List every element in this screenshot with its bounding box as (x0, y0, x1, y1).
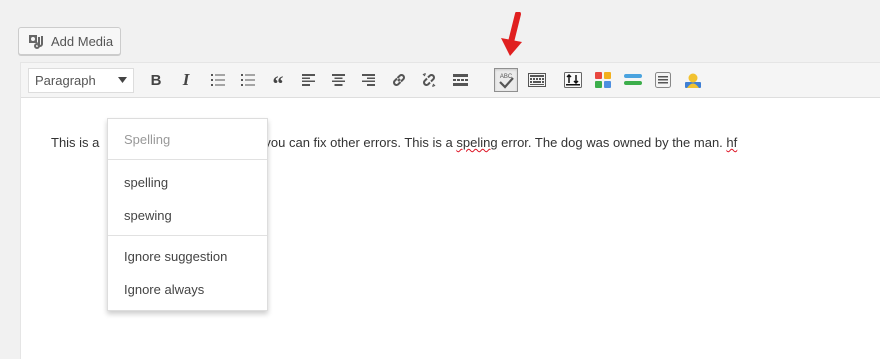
align-left-icon (301, 74, 315, 86)
page-break-button[interactable] (561, 68, 585, 92)
page-break-icon (564, 72, 582, 88)
spellcheck-button[interactable]: ABC (494, 68, 518, 92)
text-block-button[interactable] (651, 68, 675, 92)
align-right-button[interactable] (356, 68, 380, 92)
remove-link-button[interactable] (417, 68, 441, 92)
separator-button[interactable] (621, 68, 645, 92)
keyboard-shortcuts-button[interactable] (525, 68, 549, 92)
format-select-value: Paragraph (35, 73, 96, 88)
italic-button[interactable]: I (174, 68, 198, 92)
annotation-arrow-icon (501, 12, 522, 56)
media-icon (28, 33, 46, 49)
content-text-middle: you can fix other errors. This is a (264, 135, 457, 150)
content-text-start: This is a (51, 135, 100, 150)
align-right-icon (361, 74, 375, 86)
menu-divider (108, 159, 267, 160)
link-icon (393, 74, 405, 86)
chevron-down-icon (118, 77, 127, 83)
menu-divider (108, 235, 267, 236)
quote-icon: “ (272, 71, 284, 96)
align-left-button[interactable] (296, 68, 320, 92)
bulleted-list-icon (211, 74, 225, 86)
misspelled-word[interactable]: speling (456, 135, 497, 150)
spelling-context-menu: Spelling spelling spewing Ignore suggest… (107, 118, 268, 311)
colored-grid-icon (595, 72, 611, 88)
menu-item-suggestion[interactable]: spewing (124, 208, 172, 223)
numbered-list-button[interactable] (236, 68, 260, 92)
content-text-end: error. The dog was owned by the man. (497, 135, 727, 150)
align-center-button[interactable] (326, 68, 350, 92)
read-more-button[interactable] (448, 68, 472, 92)
menu-item-ignore-always[interactable]: Ignore always (124, 282, 204, 297)
misspelled-word[interactable]: hf (726, 135, 737, 150)
align-center-icon (331, 74, 345, 86)
unlink-icon (422, 73, 436, 87)
blockquote-button[interactable]: “ (266, 68, 290, 96)
colored-lines-icon (624, 74, 642, 85)
user-icon (685, 73, 701, 88)
editor-toolbar: Paragraph B I “ ABC (21, 63, 880, 98)
add-media-label: Add Media (51, 33, 114, 49)
menu-item-suggestion[interactable]: spelling (124, 175, 168, 190)
format-select[interactable]: Paragraph (28, 68, 134, 93)
spellcheck-icon: ABC (499, 74, 514, 89)
bold-button[interactable]: B (144, 68, 168, 92)
grid-layout-button[interactable] (591, 68, 615, 92)
menu-header: Spelling (124, 132, 171, 147)
add-media-button[interactable]: Add Media (18, 27, 121, 55)
user-profile-button[interactable] (681, 68, 705, 92)
menu-item-ignore-suggestion[interactable]: Ignore suggestion (124, 249, 227, 264)
numbered-list-icon (241, 74, 255, 86)
insert-link-button[interactable] (387, 68, 411, 92)
read-more-icon (452, 74, 468, 86)
text-block-icon (655, 72, 671, 88)
keyboard-icon (528, 73, 546, 87)
bulleted-list-button[interactable] (206, 68, 230, 92)
